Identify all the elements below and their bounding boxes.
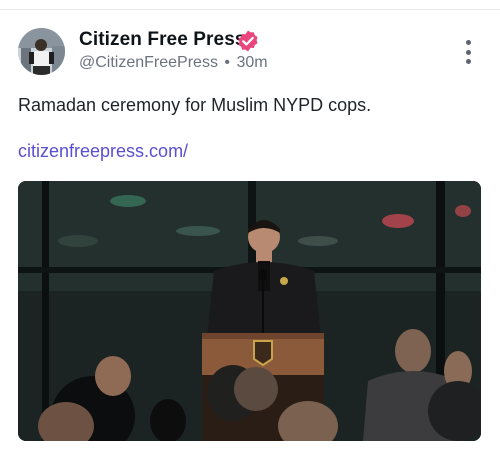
post-text: Ramadan ceremony for Muslim NYPD cops. (18, 95, 372, 115)
post-link[interactable]: citizenfreepress.com/ (18, 141, 188, 162)
author-meta: @CitizenFreePress • 30m (79, 54, 268, 72)
more-dot (465, 59, 471, 64)
post-media-image[interactable] (18, 181, 481, 441)
author-handle[interactable]: @CitizenFreePress (79, 54, 218, 71)
post-time[interactable]: 30m (236, 54, 267, 71)
more-dot (465, 40, 471, 45)
post-card: Citizen Free Press @CitizenFreePress • 3… (0, 0, 500, 456)
verified-badge-icon (236, 29, 260, 53)
meta-separator: • (224, 54, 231, 71)
more-options-icon[interactable] (458, 40, 478, 64)
avatar[interactable] (18, 28, 65, 75)
author-name[interactable]: Citizen Free Press (79, 29, 246, 51)
more-dot (465, 49, 471, 55)
